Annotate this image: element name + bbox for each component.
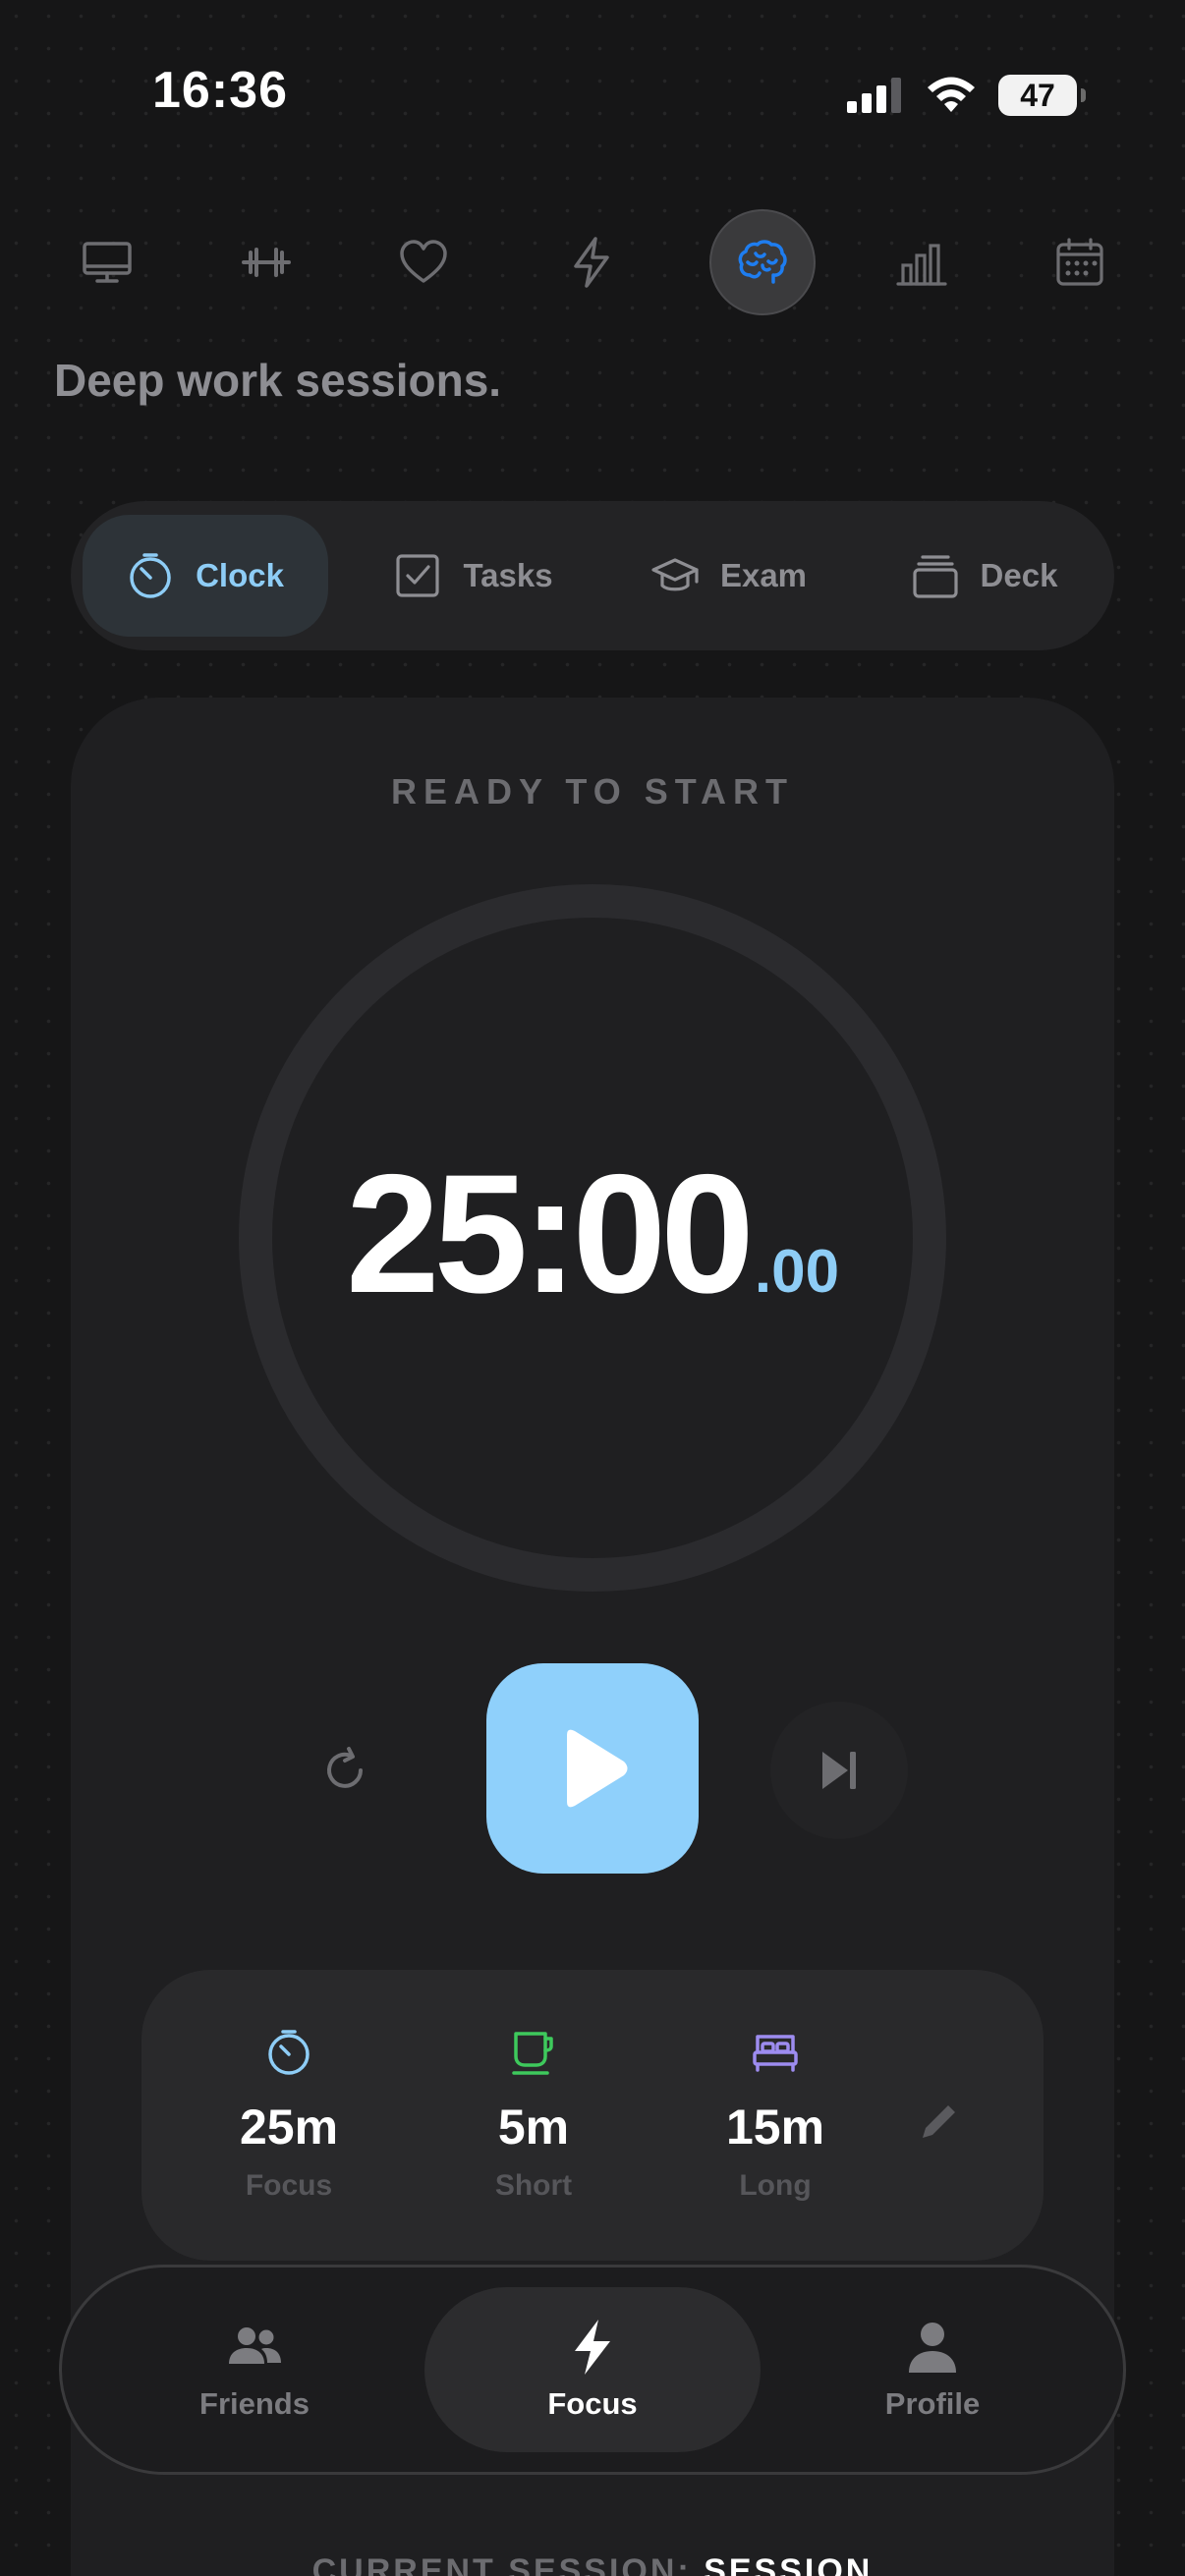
skip-forward-icon bbox=[822, 1752, 856, 1789]
battery-level: 47 bbox=[1020, 77, 1055, 113]
lightning-icon bbox=[575, 2320, 610, 2375]
friends-icon bbox=[229, 2327, 281, 2364]
page-subtitle: Deep work sessions. bbox=[54, 355, 502, 406]
calendar-icon bbox=[1056, 238, 1103, 286]
preset-long-value: 15m bbox=[725, 2100, 825, 2155]
timer-status: READY TO START bbox=[390, 771, 795, 812]
category-calendar[interactable] bbox=[1027, 209, 1133, 315]
tab-deck-label: Deck bbox=[980, 557, 1058, 593]
preset-long[interactable]: 15m Long bbox=[687, 2029, 864, 2203]
monitor-icon bbox=[83, 242, 132, 283]
preset-long-label: Long bbox=[739, 2169, 812, 2202]
timer-time: 25:00 bbox=[345, 1140, 755, 1328]
coffee-cup-icon bbox=[512, 2032, 553, 2075]
bottom-tab-bar: Friends Focus Profile bbox=[59, 2265, 1126, 2475]
bed-icon bbox=[753, 2035, 798, 2072]
tab-clock-label: Clock bbox=[196, 557, 284, 593]
tab-friends-label: Friends bbox=[199, 2386, 310, 2421]
pencil-icon bbox=[923, 2105, 955, 2138]
tab-profile-label: Profile bbox=[884, 2386, 981, 2421]
preset-focus[interactable]: 25m Focus bbox=[200, 2029, 377, 2203]
tab-focus[interactable]: Focus bbox=[424, 2287, 761, 2452]
tab-deck[interactable]: Deck bbox=[876, 515, 1093, 637]
tab-focus-label: Focus bbox=[547, 2386, 638, 2421]
current-session-label: CURRENT SESSION: bbox=[311, 2552, 692, 2576]
edit-presets-button[interactable] bbox=[909, 2093, 968, 2152]
stopwatch-icon bbox=[130, 553, 171, 598]
tab-exam[interactable]: Exam bbox=[621, 515, 837, 637]
category-stats[interactable] bbox=[869, 209, 975, 315]
current-session: CURRENT SESSION: SESSION bbox=[0, 2552, 1185, 2576]
tab-clock[interactable]: Clock bbox=[83, 515, 328, 637]
category-brain[interactable] bbox=[709, 209, 816, 315]
graduation-cap-icon bbox=[651, 558, 699, 591]
tab-tasks-label: Tasks bbox=[463, 557, 553, 593]
bar-chart-icon bbox=[896, 244, 947, 286]
category-energy[interactable] bbox=[538, 209, 645, 315]
skip-button[interactable] bbox=[770, 1702, 908, 1839]
dumbbell-icon bbox=[242, 248, 291, 277]
status-icons: 47 bbox=[847, 71, 1086, 120]
tab-tasks[interactable]: Tasks bbox=[366, 515, 582, 637]
reset-button[interactable] bbox=[276, 1702, 414, 1839]
checkbox-icon bbox=[396, 554, 440, 597]
preset-focus-label: Focus bbox=[245, 2169, 333, 2202]
category-health[interactable] bbox=[370, 209, 477, 315]
status-time: 16:36 bbox=[152, 62, 288, 119]
play-icon bbox=[567, 1729, 628, 1808]
signal-icon bbox=[847, 78, 901, 113]
category-nav bbox=[54, 209, 1135, 317]
reset-icon bbox=[327, 1747, 363, 1788]
stopwatch-icon bbox=[268, 2030, 310, 2075]
tab-friends[interactable]: Friends bbox=[121, 2287, 388, 2452]
mode-tabs: Clock Tasks Exam Deck bbox=[71, 501, 1114, 650]
wifi-icon bbox=[928, 77, 975, 112]
preset-short-value: 5m bbox=[497, 2100, 570, 2155]
timer-fraction: .00 bbox=[754, 1238, 840, 1306]
preset-focus-value: 25m bbox=[239, 2100, 339, 2155]
timer-display: 25:00 .00 bbox=[0, 1149, 1185, 1318]
preset-short[interactable]: 5m Short bbox=[445, 2029, 622, 2203]
category-fitness[interactable] bbox=[213, 209, 319, 315]
play-button[interactable] bbox=[486, 1663, 699, 1874]
battery-indicator: 47 bbox=[998, 75, 1086, 116]
preset-short-label: Short bbox=[494, 2169, 573, 2202]
tab-profile[interactable]: Profile bbox=[799, 2287, 1066, 2452]
card-stack-icon bbox=[912, 555, 958, 598]
current-session-value: SESSION bbox=[704, 2552, 874, 2576]
lightning-icon bbox=[574, 237, 609, 288]
heart-icon bbox=[400, 240, 447, 283]
profile-icon bbox=[909, 2323, 956, 2373]
tab-exam-label: Exam bbox=[719, 557, 808, 593]
category-monitor[interactable] bbox=[54, 209, 160, 315]
brain-icon bbox=[738, 240, 787, 284]
